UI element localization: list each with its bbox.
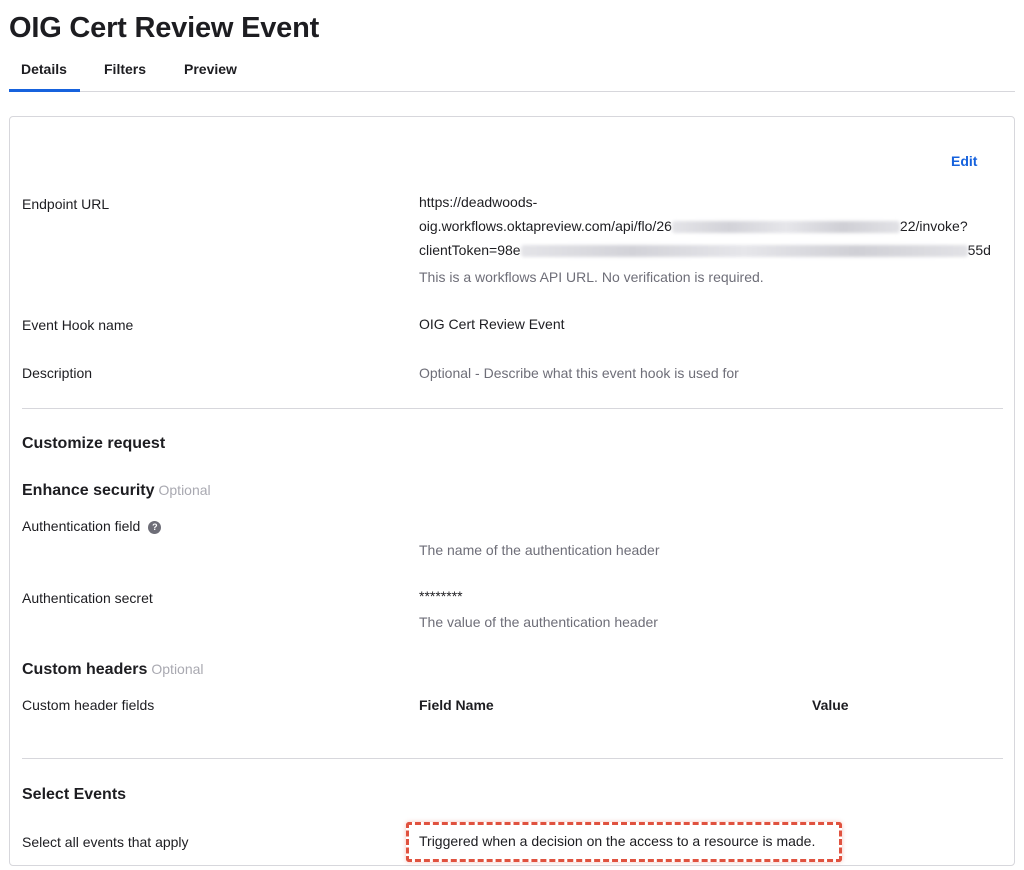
optional-tag: Optional: [151, 661, 204, 677]
customize-request-heading: Customize request: [22, 435, 166, 452]
enhance-security-title: Enhance security: [22, 482, 155, 499]
endpoint-url-label: Endpoint URL: [22, 196, 110, 212]
value-column-header: Value: [812, 697, 849, 713]
tab-details[interactable]: Details: [21, 61, 67, 77]
field-name-column-header: Field Name: [419, 697, 494, 713]
authentication-secret-value: ********: [419, 588, 463, 604]
custom-headers-heading: Custom headers Optional: [22, 661, 204, 679]
redacted-segment: [671, 221, 900, 234]
endpoint-url-line-3-start: clientToken=98e: [419, 242, 521, 258]
optional-tag: Optional: [158, 482, 211, 498]
endpoint-url-value: https://deadwoods- oig.workflows.oktapre…: [419, 190, 991, 262]
edit-button[interactable]: Edit: [951, 153, 977, 169]
select-events-label: Select all events that apply: [22, 834, 189, 850]
authentication-field-hint: The name of the authentication header: [419, 542, 660, 558]
enhance-security-heading: Enhance security Optional: [22, 482, 211, 500]
authentication-field-label-text: Authentication field: [22, 518, 141, 534]
help-icon[interactable]: ?: [148, 521, 162, 534]
endpoint-url-line-3: clientToken=98e 55d: [419, 238, 991, 262]
authentication-field-label: Authentication field?: [22, 518, 162, 534]
endpoint-url-line-2-start: oig.workflows.oktapreview.com/api/flo/26: [419, 218, 672, 234]
custom-headers-title: Custom headers: [22, 661, 148, 678]
tab-bar: Details Filters Preview: [9, 56, 1015, 92]
tab-filters[interactable]: Filters: [104, 61, 146, 77]
select-events-heading: Select Events: [22, 786, 127, 803]
redacted-token: [520, 245, 968, 258]
authentication-secret-hint: The value of the authentication header: [419, 614, 658, 630]
endpoint-url-line-2: oig.workflows.oktapreview.com/api/flo/26…: [419, 214, 991, 238]
authentication-secret-label: Authentication secret: [22, 590, 153, 606]
selected-event: Triggered when a decision on the access …: [419, 833, 816, 849]
section-divider: [22, 758, 1003, 759]
endpoint-url-line-1: https://deadwoods-: [419, 194, 538, 210]
custom-header-fields-label: Custom header fields: [22, 697, 155, 713]
active-tab-indicator: [9, 89, 80, 92]
event-hook-details-card: Edit Endpoint URL https://deadwoods- oig…: [9, 116, 1015, 866]
event-hook-name-value: OIG Cert Review Event: [419, 316, 565, 332]
description-label: Description: [22, 365, 93, 381]
endpoint-url-hint: This is a workflows API URL. No verifica…: [419, 269, 764, 285]
endpoint-url-line-2-end: 22/invoke?: [899, 218, 968, 234]
event-hook-name-label: Event Hook name: [22, 317, 134, 333]
description-placeholder: Optional - Describe what this event hook…: [419, 365, 739, 381]
endpoint-url-line-3-end: 55d: [967, 242, 991, 258]
page-title: OIG Cert Review Event: [9, 12, 320, 44]
tab-preview[interactable]: Preview: [184, 61, 237, 77]
section-divider: [22, 408, 1003, 409]
